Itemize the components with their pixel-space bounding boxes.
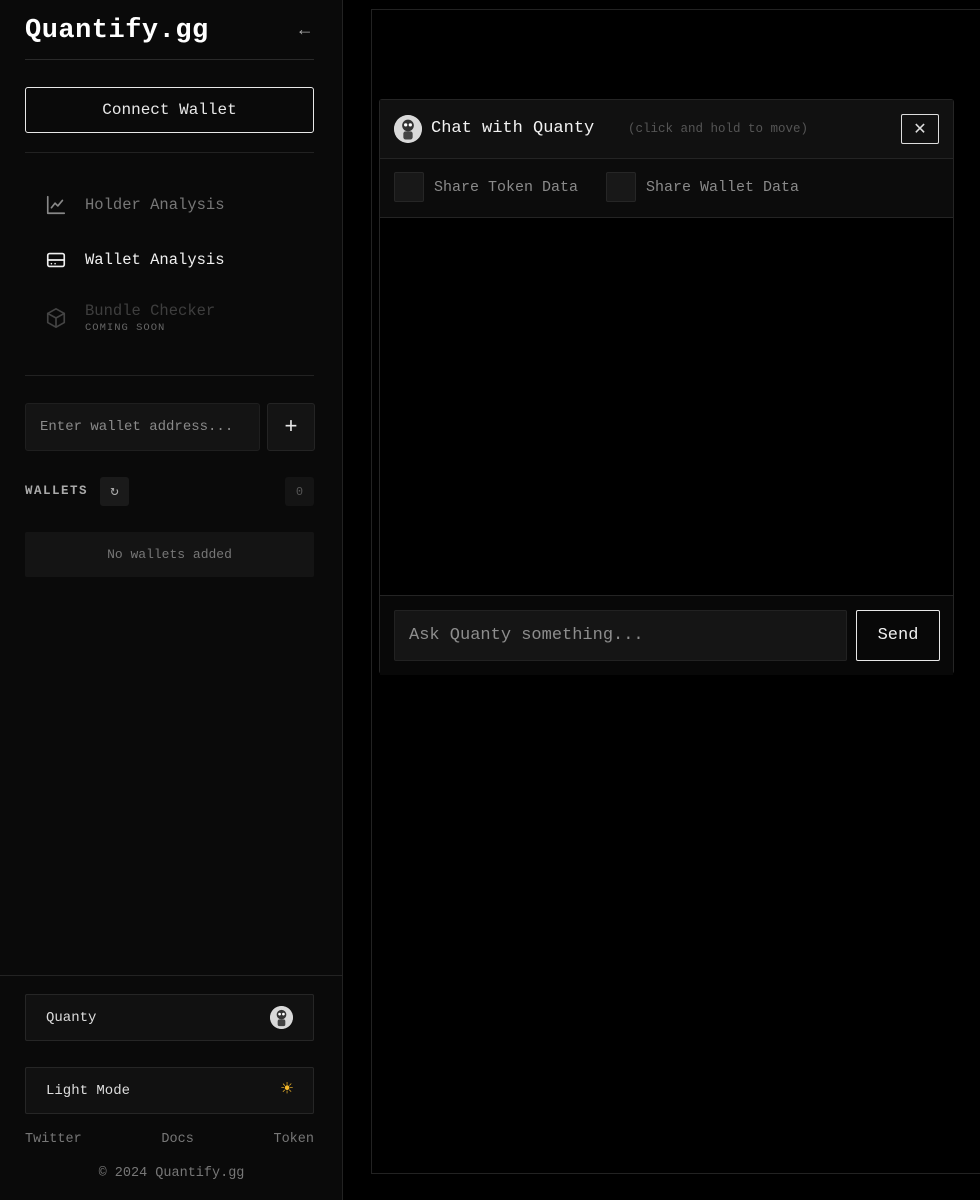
- nav-item-bundle-checker: Bundle Checker COMING SOON: [45, 302, 215, 334]
- wallets-heading: WALLETS: [25, 484, 89, 498]
- twitter-link[interactable]: Twitter: [25, 1132, 82, 1147]
- footer-links: Twitter Docs Token: [25, 1132, 314, 1147]
- chat-messages-area[interactable]: [380, 218, 953, 595]
- quanty-avatar-icon: [394, 115, 422, 143]
- docs-link[interactable]: Docs: [161, 1132, 193, 1147]
- checkbox[interactable]: [606, 172, 636, 202]
- token-link[interactable]: Token: [273, 1132, 314, 1147]
- share-token-data-checkbox[interactable]: Share Token Data: [394, 172, 578, 202]
- coming-soon-badge: COMING SOON: [85, 322, 166, 334]
- quanty-label: Quanty: [46, 1009, 97, 1026]
- sidebar: Quantify.gg ← Connect Wallet Holder Anal…: [0, 0, 343, 1200]
- close-icon: ✕: [913, 121, 927, 138]
- share-wallet-data-checkbox[interactable]: Share Wallet Data: [606, 172, 799, 202]
- wallet-address-input[interactable]: [25, 403, 260, 451]
- share-wallet-label: Share Wallet Data: [646, 178, 800, 196]
- empty-wallets-message: No wallets added: [25, 532, 314, 577]
- close-chat-button[interactable]: ✕: [901, 114, 939, 144]
- add-wallet-button[interactable]: +: [267, 403, 315, 451]
- nav-label: Holder Analysis: [85, 196, 225, 214]
- chat-window: Chat with Quanty (click and hold to move…: [379, 99, 954, 675]
- wallet-count-badge: 0: [285, 477, 314, 506]
- divider: [25, 375, 314, 376]
- copyright: © 2024 Quantify.gg: [98, 1166, 245, 1181]
- nav-label: Bundle Checker: [85, 302, 216, 320]
- light-mode-toggle[interactable]: Light Mode ☀: [25, 1067, 314, 1114]
- brand-row: Quantify.gg ←: [25, 0, 314, 60]
- share-token-label: Share Token Data: [434, 178, 579, 196]
- line-chart-icon: [46, 195, 66, 215]
- send-button[interactable]: Send: [856, 610, 940, 661]
- chat-header-drag-handle[interactable]: Chat with Quanty (click and hold to move…: [380, 100, 953, 159]
- nav-item-holder-analysis[interactable]: Holder Analysis: [45, 194, 225, 216]
- nav-item-wallet-analysis[interactable]: Wallet Analysis: [45, 249, 225, 271]
- refresh-wallets-button[interactable]: ↻: [100, 477, 129, 506]
- sun-icon: ☀: [280, 1078, 293, 1102]
- app-root: Quantify.gg ← Connect Wallet Holder Anal…: [0, 0, 980, 1200]
- connect-wallet-button[interactable]: Connect Wallet: [25, 87, 314, 133]
- wallet-card-icon: [46, 252, 66, 268]
- chat-input[interactable]: [394, 610, 847, 661]
- quanty-button[interactable]: Quanty: [25, 994, 314, 1041]
- brand-title: Quantify.gg: [25, 16, 209, 46]
- light-mode-label: Light Mode: [46, 1082, 131, 1099]
- cube-icon: [46, 308, 66, 328]
- checkbox[interactable]: [394, 172, 424, 202]
- share-options: Share Token Data Share Wallet Data: [380, 159, 953, 218]
- quanty-avatar-icon: [270, 1006, 293, 1029]
- chat-title: Chat with Quanty: [431, 119, 595, 138]
- nav-label: Wallet Analysis: [85, 251, 225, 269]
- chat-composer: Send: [380, 595, 953, 675]
- collapse-sidebar-button[interactable]: ←: [299, 22, 310, 40]
- chat-move-hint: (click and hold to move): [628, 122, 809, 136]
- footer-divider: [0, 975, 343, 976]
- divider: [25, 152, 314, 153]
